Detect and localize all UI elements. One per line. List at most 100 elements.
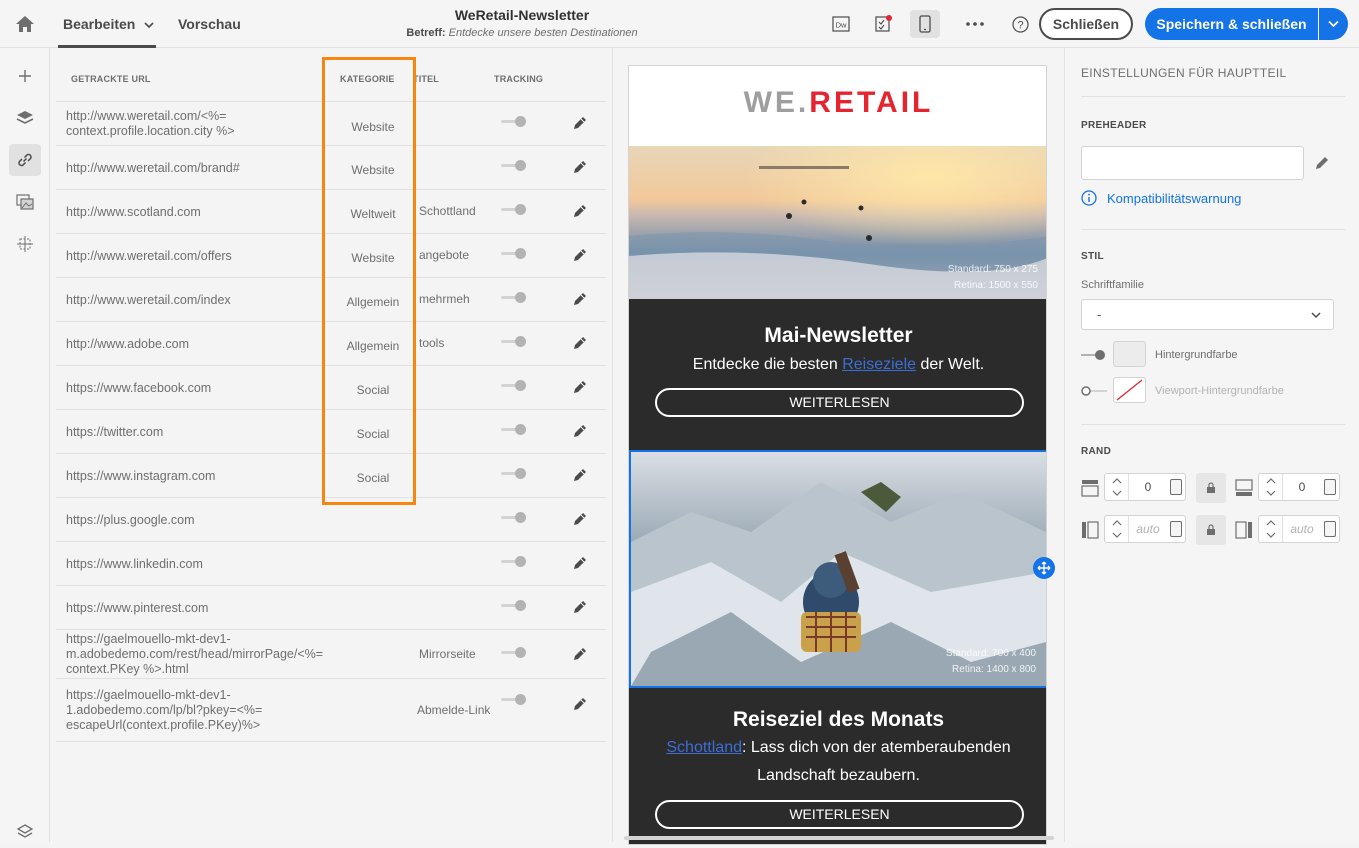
layers-icon[interactable] [9, 102, 41, 134]
viewport-background-toggle[interactable] [1081, 384, 1107, 396]
stepper-arrows[interactable] [1259, 474, 1283, 500]
spin-icon[interactable] [1324, 479, 1336, 495]
dw-icon[interactable]: Dw [826, 10, 856, 38]
tracking-toggle[interactable] [501, 336, 527, 348]
newsletter-intro-block[interactable]: Mai-Newsletter Entdecke die besten Reise… [629, 299, 1046, 450]
settings-layers-icon[interactable] [9, 816, 41, 848]
margin-bottom-value[interactable]: 0 [1283, 480, 1321, 494]
pencil-icon[interactable] [571, 158, 589, 176]
image-caption-retina: Retina: 1500 x 550 [954, 280, 1038, 291]
pencil-icon[interactable] [571, 114, 589, 132]
spin-icon[interactable] [1170, 479, 1182, 495]
spin-icon[interactable] [1324, 521, 1336, 537]
lock-icon[interactable] [1196, 473, 1226, 503]
table-row[interactable]: https://gaelmouello-mkt-dev1-1.adobedemo… [56, 679, 606, 742]
tracked-url: https://www.facebook.com [66, 381, 212, 395]
pencil-icon[interactable] [571, 378, 589, 396]
brand-logo[interactable]: WE.RETAIL [629, 86, 1046, 120]
column-header-url[interactable]: GETRACKTE URL [71, 74, 151, 84]
pencil-icon[interactable] [571, 598, 589, 616]
tracking-toggle[interactable] [501, 694, 527, 706]
tracked-url: https://www.linkedin.com [66, 557, 203, 571]
tracking-toggle[interactable] [501, 424, 527, 436]
margin-right-value[interactable]: auto [1283, 522, 1321, 536]
tracking-toggle[interactable] [501, 556, 527, 568]
lock-icon[interactable] [1196, 515, 1226, 545]
help-icon[interactable]: ? [1005, 10, 1035, 38]
tracking-toggle[interactable] [501, 647, 527, 659]
margin-bottom-stepper[interactable]: 0 [1258, 473, 1340, 501]
pencil-icon[interactable] [571, 422, 589, 440]
read-more-button[interactable]: WEITERLESEN [655, 800, 1024, 829]
pencil-icon[interactable] [571, 466, 589, 484]
pencil-icon[interactable] [571, 695, 589, 713]
spin-icon[interactable] [1170, 521, 1182, 537]
title-cell[interactable]: angebote [419, 248, 469, 262]
pencil-icon[interactable] [571, 510, 589, 528]
fragments-icon[interactable] [9, 228, 41, 260]
divider [1081, 229, 1345, 230]
close-button[interactable]: Schließen [1039, 8, 1133, 40]
plus-icon[interactable] [9, 60, 41, 92]
title-cell[interactable]: tools [419, 336, 444, 350]
tracking-toggle[interactable] [501, 380, 527, 392]
pencil-icon[interactable] [571, 290, 589, 308]
save-and-close-button[interactable]: Speichern & schließen [1145, 8, 1318, 40]
margin-top-value[interactable]: 0 [1129, 480, 1167, 494]
tracking-toggle[interactable] [501, 116, 527, 128]
font-family-select[interactable]: - [1081, 299, 1334, 330]
stepper-arrows[interactable] [1105, 516, 1129, 542]
margin-top-stepper[interactable]: 0 [1104, 473, 1186, 501]
title-cell[interactable]: Mirrorseite [419, 647, 476, 661]
stepper-arrows[interactable] [1105, 474, 1129, 500]
margin-left-stepper[interactable]: auto [1104, 515, 1186, 543]
move-icon[interactable] [1033, 557, 1055, 579]
hero-image-beach[interactable]: Standard: 750 x 275 Retina: 1500 x 550 [629, 146, 1046, 299]
more-icon[interactable] [960, 10, 990, 38]
destination-of-month-block[interactable]: Reiseziel des Monats Schottland: Lass di… [629, 688, 1046, 844]
compatibility-warning-link[interactable]: Kompatibilitätswarnung [1107, 191, 1241, 206]
table-row[interactable]: https://www.pinterest.com [56, 586, 606, 630]
title-cell[interactable]: Abmelde-Link [417, 703, 490, 717]
schottland-link[interactable]: Schottland [666, 739, 742, 756]
tracking-toggle[interactable] [501, 248, 527, 260]
margin-right-stepper[interactable]: auto [1258, 515, 1340, 543]
tracked-url: https://plus.google.com [66, 513, 195, 527]
column-header-tracking[interactable]: TRACKING [494, 74, 543, 84]
tracking-toggle[interactable] [501, 512, 527, 524]
pencil-icon[interactable] [571, 645, 589, 663]
checklist-icon[interactable] [868, 10, 898, 38]
margin-left-icon [1081, 521, 1099, 539]
tracking-toggle[interactable] [501, 468, 527, 480]
link-icon[interactable] [9, 144, 41, 176]
column-header-title[interactable]: TITEL [413, 74, 439, 84]
pencil-icon[interactable] [571, 202, 589, 220]
title-cell[interactable]: mehrmeh [419, 292, 470, 306]
margin-left-value[interactable]: auto [1129, 522, 1167, 536]
margin-right-icon [1235, 521, 1253, 539]
reiseziele-link[interactable]: Reiseziele [842, 356, 916, 373]
save-options-chevron-icon[interactable] [1319, 8, 1348, 40]
mobile-icon[interactable] [910, 10, 940, 38]
viewport-background-swatch[interactable] [1113, 377, 1146, 403]
pencil-icon[interactable] [1313, 154, 1331, 177]
title-cell[interactable]: Schottland [419, 204, 476, 218]
tracking-toggle[interactable] [501, 160, 527, 172]
image-icon[interactable] [9, 186, 41, 218]
tracking-toggle[interactable] [501, 292, 527, 304]
divider [1081, 424, 1345, 425]
background-color-swatch[interactable] [1113, 341, 1146, 367]
read-more-button[interactable]: WEITERLESEN [655, 388, 1024, 417]
pencil-icon[interactable] [571, 554, 589, 572]
tracking-toggle[interactable] [501, 204, 527, 216]
horizontal-scrollbar[interactable] [614, 834, 1064, 842]
table-row[interactable]: https://gaelmouello-mkt-dev1-m.adobedemo… [56, 630, 606, 679]
pencil-icon[interactable] [571, 246, 589, 264]
stepper-arrows[interactable] [1259, 516, 1283, 542]
background-color-toggle[interactable] [1081, 348, 1107, 360]
table-row[interactable]: https://www.linkedin.com [56, 542, 606, 586]
tracking-toggle[interactable] [501, 600, 527, 612]
hero-image-mountain[interactable]: Standard: 700 x 400 Retina: 1400 x 800 [629, 450, 1046, 688]
pencil-icon[interactable] [571, 334, 589, 352]
preheader-input[interactable] [1081, 146, 1304, 180]
